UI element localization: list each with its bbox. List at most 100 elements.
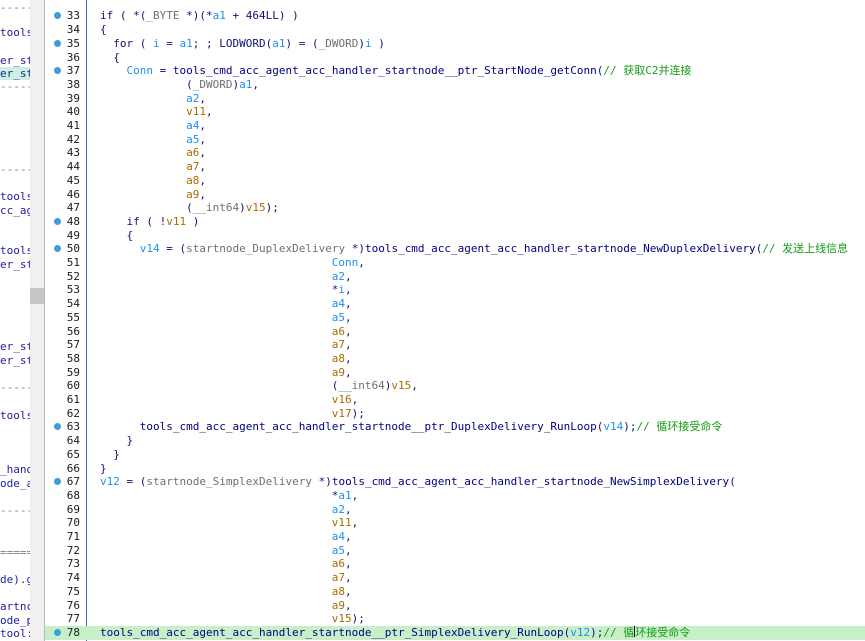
code-line[interactable]: 34 { — [45, 23, 865, 37]
function-list-item[interactable]: ode_a — [0, 477, 30, 490]
code-line[interactable]: 76 a9, — [45, 599, 865, 613]
code-token[interactable]: a2 — [332, 503, 345, 516]
function-list-item[interactable]: tools — [0, 244, 30, 257]
code-line[interactable]: 68 *a1, — [45, 489, 865, 503]
code-line[interactable]: 56 a6, — [45, 325, 865, 339]
code-token[interactable]: a1 — [272, 37, 285, 50]
breakpoint-dot-icon[interactable] — [54, 628, 61, 636]
breakpoint-dot-icon[interactable] — [54, 39, 61, 47]
code-token[interactable]: a9 — [332, 599, 345, 612]
code-line[interactable]: 61 v16, — [45, 393, 865, 407]
code-line[interactable]: 53 *i, — [45, 283, 865, 297]
code-token[interactable]: a5 — [186, 133, 199, 146]
function-list-item[interactable]: tools — [0, 26, 30, 39]
function-list-item[interactable]: _hand — [0, 463, 30, 476]
code-token[interactable]: a5 — [332, 544, 345, 557]
function-name[interactable]: tools_cmd_acc_agent_acc_handler_startnod… — [173, 64, 597, 77]
function-list-scrollbar[interactable] — [30, 0, 44, 641]
code-token[interactable]: a4 — [332, 297, 345, 310]
code-line[interactable]: 36 { — [45, 51, 865, 65]
code-line[interactable]: 33 if ( *(_BYTE *)(*a1 + 464LL) ) — [45, 9, 865, 23]
code-line[interactable]: 67 v12 = (startnode_SimplexDelivery *)too… — [45, 475, 865, 489]
code-line[interactable]: 45 a8, — [45, 174, 865, 188]
code-line[interactable]: 64 } — [45, 434, 865, 448]
function-name[interactable]: tools_cmd_acc_agent_acc_handler_startnod… — [332, 475, 729, 488]
function-list-item[interactable]: tool: — [0, 627, 30, 640]
code-token[interactable]: a9 — [332, 366, 345, 379]
code-line[interactable]: 66} — [45, 462, 865, 476]
code-line[interactable]: 55 a5, — [45, 311, 865, 325]
code-line[interactable]: 59 a9, — [45, 366, 865, 380]
breakpoint-dot-icon[interactable] — [54, 12, 61, 20]
code-token[interactable]: a4 — [332, 530, 345, 543]
code-token[interactable]: a6 — [332, 557, 345, 570]
code-token[interactable]: v15 — [246, 201, 266, 214]
function-list-item[interactable]: de).g — [0, 573, 30, 586]
code-token[interactable]: a8 — [332, 585, 345, 598]
code-token[interactable]: v14 — [603, 420, 623, 433]
code-token[interactable]: a1 — [338, 489, 351, 502]
code-line[interactable]: 51 Conn, — [45, 256, 865, 270]
function-list-item[interactable]: er_st — [0, 67, 30, 80]
code-token[interactable]: a8 — [332, 352, 345, 365]
code-line[interactable] — [45, 0, 865, 9]
code-token[interactable]: v15 — [391, 379, 411, 392]
code-line[interactable]: 47 (__int64)v15); — [45, 201, 865, 215]
code-line[interactable]: 71 a4, — [45, 530, 865, 544]
code-line[interactable]: 44 a7, — [45, 160, 865, 174]
code-token[interactable]: v12 — [570, 626, 590, 639]
code-token[interactable]: a8 — [186, 174, 199, 187]
function-name[interactable]: tools_cmd_acc_agent_acc_handler_startnod… — [140, 420, 597, 433]
code-token[interactable]: a1 — [179, 37, 192, 50]
code-token[interactable]: v15 — [332, 612, 352, 625]
code-token[interactable]: v16 — [332, 393, 352, 406]
code-token[interactable]: a6 — [186, 146, 199, 159]
code-line[interactable]: 74 a7, — [45, 571, 865, 585]
code-line[interactable]: 38 (_DWORD)a1, — [45, 78, 865, 92]
code-token[interactable]: v14 — [140, 242, 160, 255]
code-token[interactable]: i — [153, 37, 160, 50]
code-token[interactable]: a7 — [186, 160, 199, 173]
code-line[interactable]: 46 a9, — [45, 188, 865, 202]
code-token[interactable]: v11 — [166, 215, 186, 228]
breakpoint-dot-icon[interactable] — [54, 478, 61, 486]
code-line[interactable]: 49 { — [45, 229, 865, 243]
breakpoint-dot-icon[interactable] — [54, 245, 61, 253]
code-token[interactable]: a7 — [332, 571, 345, 584]
code-line[interactable]: 57 a7, — [45, 338, 865, 352]
code-line[interactable]: 58 a8, — [45, 352, 865, 366]
breakpoint-dot-icon[interactable] — [54, 217, 61, 225]
function-list-item[interactable]: er_st — [0, 340, 30, 353]
code-line[interactable]: 73 a6, — [45, 557, 865, 571]
code-line[interactable]: 50 v14 = (startnode_DuplexDelivery *)too… — [45, 242, 865, 256]
code-token[interactable]: Conn — [332, 256, 359, 269]
code-token[interactable]: Conn — [127, 64, 154, 77]
function-list-item[interactable]: ode_p — [0, 614, 30, 627]
code-line[interactable]: 75 a8, — [45, 585, 865, 599]
code-line[interactable]: 63 tools_cmd_acc_agent_acc_handler_start… — [45, 420, 865, 434]
code-line[interactable]: 60 (__int64)v15, — [45, 379, 865, 393]
code-token[interactable]: v11 — [186, 105, 206, 118]
code-token[interactable]: v12 — [100, 475, 120, 488]
function-list-item[interactable]: tools — [0, 409, 30, 422]
breakpoint-dot-icon[interactable] — [54, 67, 61, 75]
code-token[interactable]: a1 — [239, 78, 252, 91]
code-line[interactable]: 65 } — [45, 448, 865, 462]
code-token[interactable]: i — [365, 37, 372, 50]
function-name[interactable]: tools_cmd_acc_agent_acc_handler_startnod… — [365, 242, 756, 255]
function-list-item[interactable]: tools — [0, 190, 30, 203]
function-list-item[interactable]: artnc — [0, 600, 30, 613]
function-list-item[interactable]: er_st — [0, 354, 30, 367]
code-line[interactable]: 43 a6, — [45, 146, 865, 160]
code-line[interactable]: 40 v11, — [45, 105, 865, 119]
code-line[interactable]: 39 a2, — [45, 92, 865, 106]
code-token[interactable]: v17 — [332, 407, 352, 420]
pseudocode-editor[interactable]: 33 if ( *(_BYTE *)(*a1 + 464LL) ) 34{35 fo… — [45, 0, 865, 641]
code-token[interactable]: v11 — [332, 516, 352, 529]
code-line[interactable]: 72 a5, — [45, 544, 865, 558]
code-token[interactable]: a2 — [186, 92, 199, 105]
breakpoint-dot-icon[interactable] — [54, 423, 61, 431]
code-line[interactable]: 41 a4, — [45, 119, 865, 133]
code-line[interactable]: 52 a2, — [45, 270, 865, 284]
code-line-current[interactable]: 78 tools_cmd_acc_agent_acc_handler_startn… — [45, 625, 865, 640]
